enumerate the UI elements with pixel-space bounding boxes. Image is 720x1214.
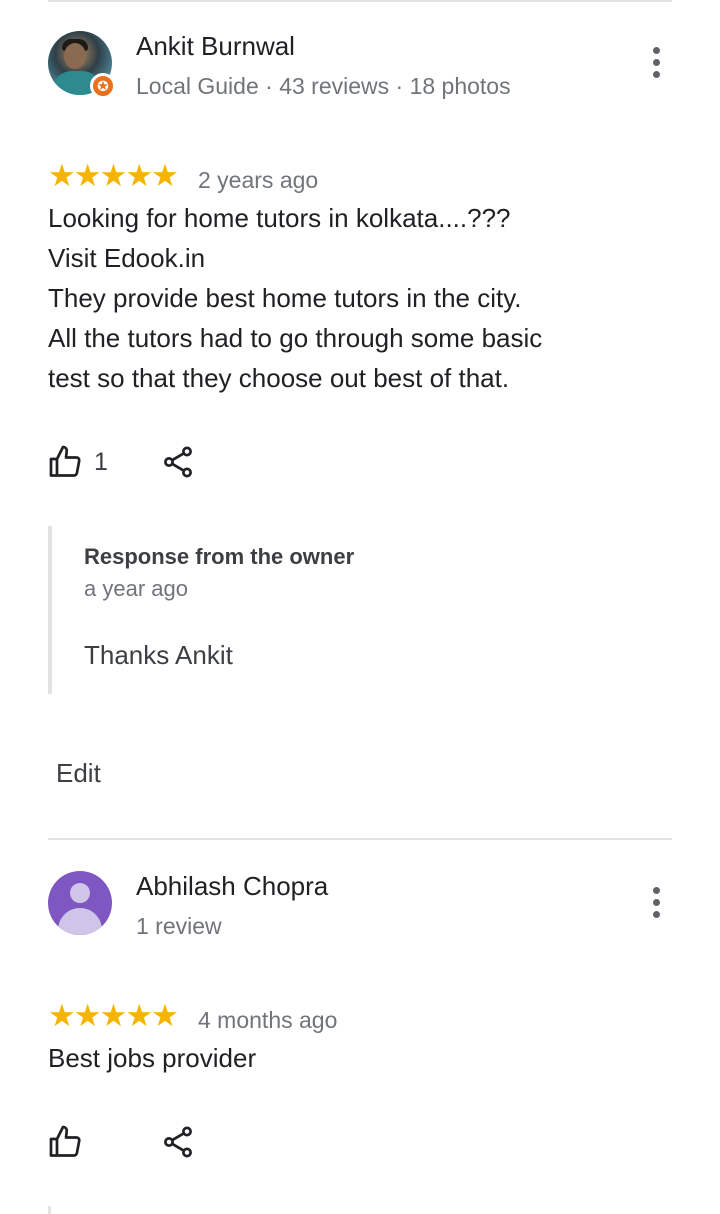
review-text-line: Best jobs provider <box>48 1043 257 1073</box>
more-options-button[interactable] <box>640 882 672 922</box>
like-button[interactable]: 1 <box>48 444 108 480</box>
review-time: 4 months ago <box>198 1007 338 1033</box>
owner-response-time: a year ago <box>84 576 188 601</box>
review-text: Looking for home tutors in kolkata....??… <box>48 198 542 398</box>
local-guide-badge-icon: ✪ <box>90 73 116 99</box>
more-vert-icon <box>652 46 660 54</box>
share-button[interactable] <box>160 1124 196 1160</box>
review-text-line: test so that they choose out best of tha… <box>48 363 510 393</box>
avatar[interactable]: ✪ <box>48 31 116 99</box>
review-text-line: Looking for home tutors in kolkata....??… <box>48 203 511 233</box>
review-time: 2 years ago <box>198 167 319 193</box>
share-icon <box>164 1126 192 1158</box>
owner-response-title: Response from the owner <box>84 544 355 569</box>
thumb-up-icon <box>49 445 81 477</box>
star-rating: ★★★★★ <box>48 998 179 1033</box>
share-icon <box>164 446 192 478</box>
review-text-line: Visit Edook.in <box>48 243 206 273</box>
reviewer-meta: Local Guide · 43 reviews · 18 photos <box>136 73 511 99</box>
star-rating: ★★★★★ <box>48 158 179 193</box>
avatar[interactable] <box>48 871 112 935</box>
reviewer-name[interactable]: Abhilash Chopra <box>136 871 328 902</box>
reviews-page: ✪ Ankit Burnwal Local Guide · 43 reviews… <box>0 0 720 1214</box>
more-vert-icon <box>652 886 660 894</box>
review-text-line: All the tutors had to go through some ba… <box>48 323 543 353</box>
reviewer-name[interactable]: Ankit Burnwal <box>136 31 295 62</box>
reviewer-meta: 1 review <box>136 913 222 939</box>
like-button[interactable] <box>48 1124 84 1160</box>
default-avatar-icon <box>48 871 112 935</box>
edit-button[interactable]: Edit <box>56 758 101 789</box>
like-count: 1 <box>94 447 108 476</box>
thumb-up-icon <box>49 1125 81 1157</box>
more-options-button[interactable] <box>640 42 672 82</box>
owner-response: Response from the owner a year ago Thank… <box>48 526 672 694</box>
owner-response-text: Thanks Ankit <box>84 640 233 670</box>
share-button[interactable] <box>160 444 196 480</box>
owner-response-border <box>48 1206 51 1214</box>
review-text-line: They provide best home tutors in the cit… <box>48 283 522 313</box>
divider <box>48 0 672 2</box>
review-text: Best jobs provider <box>48 1038 256 1078</box>
divider <box>48 838 672 840</box>
